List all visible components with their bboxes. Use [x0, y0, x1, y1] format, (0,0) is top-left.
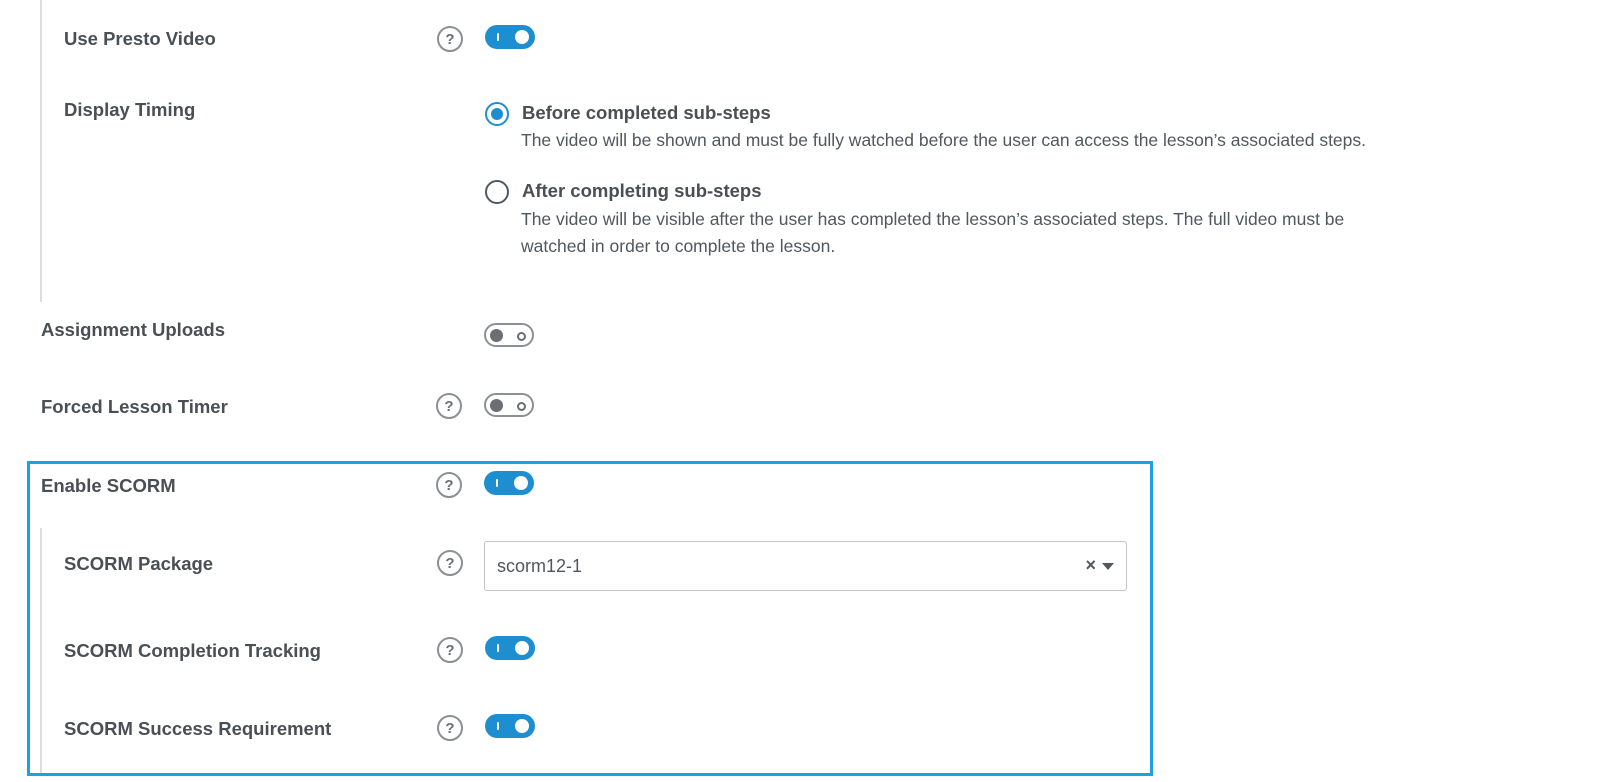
radio-after-completing-description-line1: The video will be visible after the user…: [521, 209, 1345, 229]
assignment-uploads-label: Assignment Uploads: [41, 319, 225, 340]
toggle-on-bar-icon: [497, 644, 499, 652]
presto-group-indent-line: [40, 0, 42, 302]
toggle-on-bar-icon: [497, 33, 499, 41]
scorm-package-label: SCORM Package: [64, 553, 214, 574]
enable-scorm-label: Enable SCORM: [41, 475, 176, 496]
toggle-off-ring-icon: [517, 401, 526, 411]
scorm-completion-tracking-toggle[interactable]: [485, 636, 535, 660]
help-icon[interactable]: ?: [436, 393, 462, 419]
help-icon[interactable]: ?: [437, 550, 463, 576]
radio-after-completing-title: After completing sub-steps: [522, 180, 762, 201]
forced-lesson-timer-toggle[interactable]: [484, 393, 534, 417]
toggle-knob-icon: [490, 398, 503, 412]
display-timing-label: Display Timing: [64, 99, 196, 120]
toggle-knob-icon: [514, 476, 528, 490]
toggle-knob-icon: [490, 328, 503, 342]
forced-lesson-timer-label: Forced Lesson Timer: [41, 396, 228, 417]
help-icon[interactable]: ?: [437, 26, 463, 52]
toggle-on-bar-icon: [497, 722, 499, 730]
radio-before-completed-description: The video will be shown and must be full…: [521, 130, 1367, 150]
toggle-knob-icon: [515, 641, 529, 655]
clear-icon[interactable]: ×: [1085, 555, 1096, 576]
scorm-package-select[interactable]: scorm12-1 ×: [484, 541, 1127, 591]
help-icon[interactable]: ?: [437, 715, 463, 741]
radio-after-completing-description-line2: watched in order to complete the lesson.: [521, 236, 836, 256]
toggle-off-ring-icon: [517, 331, 526, 341]
radio-after-completing[interactable]: [485, 180, 509, 204]
radio-selected-dot-icon: [491, 108, 503, 120]
toggle-knob-icon: [515, 30, 529, 44]
radio-before-completed[interactable]: [485, 102, 509, 126]
scorm-package-value: scorm12-1: [497, 556, 583, 576]
help-icon[interactable]: ?: [436, 472, 462, 498]
chevron-down-icon[interactable]: [1102, 563, 1114, 570]
presto-video-toggle[interactable]: [485, 25, 535, 49]
toggle-knob-icon: [515, 719, 529, 733]
enable-scorm-toggle[interactable]: [484, 471, 534, 495]
radio-before-completed-title: Before completed sub-steps: [522, 102, 771, 123]
toggle-on-bar-icon: [496, 479, 498, 487]
scorm-success-requirement-toggle[interactable]: [485, 714, 535, 738]
assignment-uploads-toggle[interactable]: [484, 323, 534, 347]
scorm-completion-tracking-label: SCORM Completion Tracking: [64, 640, 321, 661]
scorm-success-requirement-label: SCORM Success Requirement: [64, 718, 332, 739]
help-icon[interactable]: ?: [437, 637, 463, 663]
presto-video-label: Use Presto Video: [64, 28, 216, 49]
